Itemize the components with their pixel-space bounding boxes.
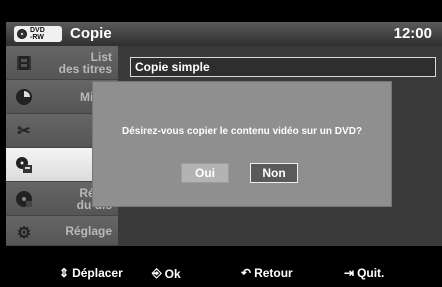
footer-ok: ⎆ Ok <box>152 266 181 281</box>
gear-icon: ⚙ <box>16 225 32 242</box>
enter-icon: ⎆ <box>152 266 162 280</box>
confirm-dialog: Désirez-vous copier le contenu vidéo sur… <box>92 81 392 207</box>
sidebar-item-label-line1: Réglage <box>65 224 112 238</box>
sidebar-item-label: Réglage <box>32 216 112 246</box>
app-title: Copie <box>70 25 112 42</box>
footer-ok-label: Ok <box>164 266 181 281</box>
edit-scissors-icon: ✂ <box>17 123 31 140</box>
copy-icon <box>14 155 34 175</box>
title-bar: DVD -RW Copie 12:00 <box>6 22 442 47</box>
timer-icon <box>14 87 34 107</box>
footer-move-label: Déplacer <box>72 266 123 280</box>
copy-mode-field[interactable]: Copie simple <box>130 57 436 77</box>
up-down-arrows-icon: ⇕ <box>59 266 70 280</box>
no-button[interactable]: Non <box>250 163 298 183</box>
yes-button[interactable]: Oui <box>181 163 229 183</box>
screen: DVD -RW Copie 12:00 List des titres Minu… <box>0 0 442 287</box>
footer-hints: ⇕ Déplacer ⎆ Ok ↶ Retour ⇥ Quit. <box>6 262 442 287</box>
sidebar-item-label: List des titres <box>32 46 112 80</box>
sidebar-item-title-list[interactable]: List des titres <box>6 46 118 80</box>
disc-label-line2: -RW <box>30 34 44 41</box>
disc-type-badge: DVD -RW <box>14 26 62 42</box>
return-icon: ↶ <box>241 266 252 280</box>
exit-icon: ⇥ <box>344 266 355 280</box>
footer-move: ⇕ Déplacer <box>59 266 123 280</box>
sidebar-item-label-line2: des titres <box>58 62 112 76</box>
disc-settings-icon <box>14 189 34 209</box>
clock: 12:00 <box>393 25 432 42</box>
footer-back: ↶ Retour <box>241 266 293 280</box>
film-icon <box>14 53 34 73</box>
footer-quit-label: Quit. <box>357 266 385 280</box>
footer-quit: ⇥ Quit. <box>344 266 384 280</box>
footer-back-label: Retour <box>254 266 293 280</box>
sidebar-item-settings[interactable]: ⚙ Réglage <box>6 216 118 246</box>
disc-icon <box>17 29 27 39</box>
disc-label-line1: DVD <box>30 27 45 34</box>
dialog-message: Désirez-vous copier le contenu vidéo sur… <box>121 126 363 137</box>
